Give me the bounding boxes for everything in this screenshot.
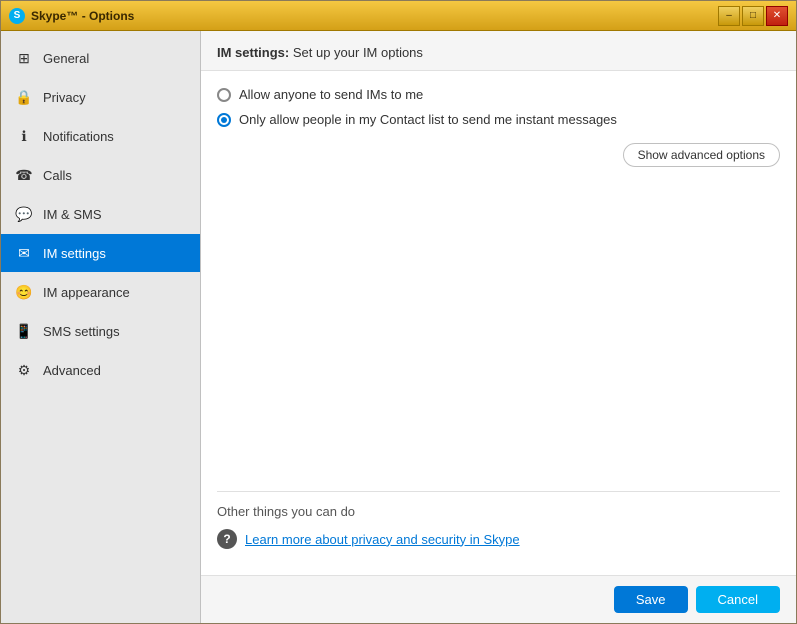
im-sms-icon: 💬 (15, 205, 33, 223)
help-icon: ? (217, 529, 237, 549)
sidebar-item-calls[interactable]: ☎ Calls (1, 156, 200, 194)
radio-option2[interactable]: Only allow people in my Contact list to … (217, 112, 780, 127)
cancel-button[interactable]: Cancel (696, 586, 780, 613)
sidebar-item-notifications[interactable]: ℹ Notifications (1, 117, 200, 155)
other-things-title: Other things you can do (217, 504, 780, 519)
sidebar-label-privacy: Privacy (43, 90, 86, 105)
sidebar-label-im-sms: IM & SMS (43, 207, 102, 222)
footer: Save Cancel (201, 575, 796, 623)
sidebar-item-general[interactable]: ⊞ General (1, 39, 200, 77)
title-bar-buttons: – □ ✕ (718, 6, 788, 26)
radio-dot-2 (221, 117, 227, 123)
calls-icon: ☎ (15, 166, 33, 184)
sidebar-label-general: General (43, 51, 89, 66)
sidebar-item-sms-settings[interactable]: 📱 SMS settings (1, 312, 200, 350)
radio-label-1: Allow anyone to send IMs to me (239, 87, 423, 102)
radio-option1[interactable]: Allow anyone to send IMs to me (217, 87, 780, 102)
im-appearance-icon: 😊 (15, 283, 33, 301)
advanced-icon: ⚙ (15, 361, 33, 379)
content-area: ⊞ General 🔒 Privacy ℹ Notifications ☎ Ca… (1, 31, 796, 623)
sidebar-item-privacy[interactable]: 🔒 Privacy (1, 78, 200, 116)
other-things-section: Other things you can do ? Learn more abo… (217, 504, 780, 549)
app-window: S Skype™ - Options – □ ✕ ⊞ General 🔒 Pri… (0, 0, 797, 624)
main-header-text: IM settings: Set up your IM options (217, 45, 423, 60)
skype-icon: S (9, 8, 25, 24)
divider (217, 491, 780, 492)
title-bar: S Skype™ - Options – □ ✕ (1, 1, 796, 31)
radio-group: Allow anyone to send IMs to me Only allo… (217, 87, 780, 127)
main-header-subtext: Set up your IM options (289, 45, 423, 60)
sidebar-item-advanced[interactable]: ⚙ Advanced (1, 351, 200, 389)
privacy-icon: 🔒 (15, 88, 33, 106)
help-link[interactable]: ? Learn more about privacy and security … (217, 529, 780, 549)
general-icon: ⊞ (15, 49, 33, 67)
sidebar-label-notifications: Notifications (43, 129, 114, 144)
help-link-text: Learn more about privacy and security in… (245, 532, 520, 547)
title-bar-left: S Skype™ - Options (9, 8, 134, 24)
main-body: Allow anyone to send IMs to me Only allo… (201, 71, 796, 575)
sidebar-label-sms-settings: SMS settings (43, 324, 120, 339)
sms-settings-icon: 📱 (15, 322, 33, 340)
advanced-row: Show advanced options (217, 143, 780, 183)
window-title: Skype™ - Options (31, 9, 134, 23)
radio-circle-1 (217, 88, 231, 102)
minimize-button[interactable]: – (718, 6, 740, 26)
sidebar-label-calls: Calls (43, 168, 72, 183)
sidebar-item-im-sms[interactable]: 💬 IM & SMS (1, 195, 200, 233)
close-button[interactable]: ✕ (766, 6, 788, 26)
maximize-button[interactable]: □ (742, 6, 764, 26)
radio-circle-2 (217, 113, 231, 127)
sidebar-item-im-appearance[interactable]: 😊 IM appearance (1, 273, 200, 311)
sidebar-label-im-appearance: IM appearance (43, 285, 130, 300)
sidebar-label-advanced: Advanced (43, 363, 101, 378)
sidebar-item-im-settings[interactable]: ✉ IM settings (1, 234, 200, 272)
main-header: IM settings: Set up your IM options (201, 31, 796, 71)
spacer (217, 191, 780, 491)
save-button[interactable]: Save (614, 586, 688, 613)
main-header-bold: IM settings: (217, 45, 289, 60)
sidebar: ⊞ General 🔒 Privacy ℹ Notifications ☎ Ca… (1, 31, 201, 623)
im-settings-icon: ✉ (15, 244, 33, 262)
sidebar-label-im-settings: IM settings (43, 246, 106, 261)
show-advanced-button[interactable]: Show advanced options (623, 143, 780, 167)
main-panel: IM settings: Set up your IM options Allo… (201, 31, 796, 623)
radio-label-2: Only allow people in my Contact list to … (239, 112, 617, 127)
notifications-icon: ℹ (15, 127, 33, 145)
